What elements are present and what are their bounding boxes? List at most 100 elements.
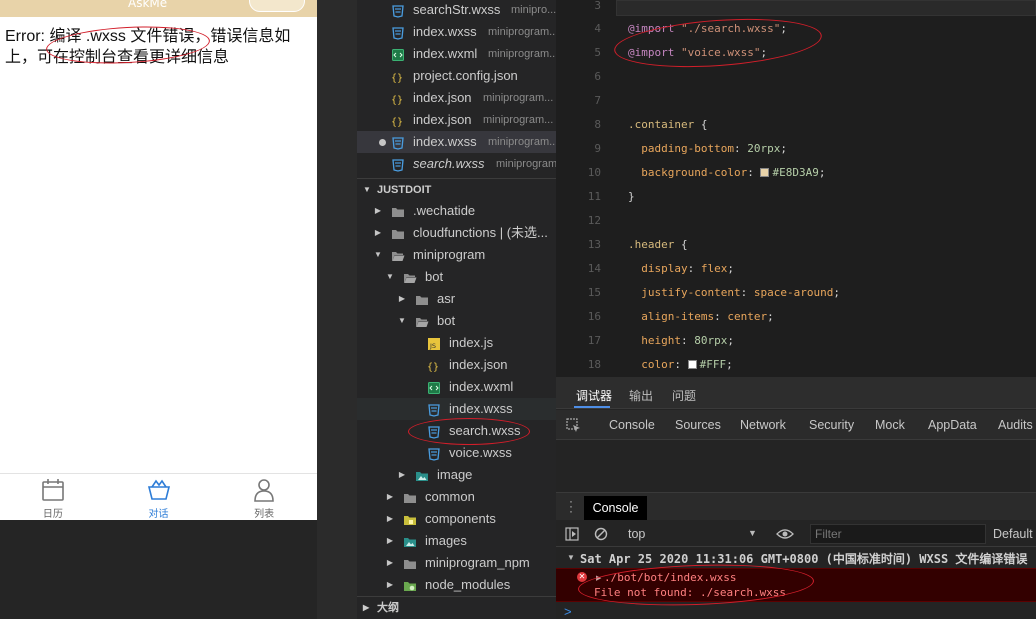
open-editor-item[interactable]: index.wxml miniprogram...	[357, 43, 556, 65]
tree-item[interactable]: ▶ components	[357, 508, 556, 530]
tree-item[interactable]: index.wxss	[357, 398, 556, 420]
code-line: 15 justify-content: space-around;	[556, 281, 1036, 305]
file-path: miniprogram...	[488, 136, 556, 148]
tree-item[interactable]: search.wxss	[357, 420, 556, 442]
capsule-button[interactable]	[249, 0, 305, 12]
code-line: 12	[556, 209, 1036, 233]
tree-item[interactable]: ▶ node_modules	[357, 574, 556, 596]
panel-sources[interactable]: Sources	[675, 418, 721, 432]
log-levels-dropdown[interactable]: Default l	[993, 527, 1036, 541]
open-editor-item[interactable]: {} index.json miniprogram...	[357, 109, 556, 131]
code-token: #FFF	[699, 358, 727, 371]
tree-item[interactable]: JS index.js	[357, 332, 556, 354]
tab-list[interactable]: 列表	[211, 474, 317, 520]
file-name: index.json	[449, 357, 508, 372]
screen: AskMe Error: 编译 .wxss 文件错误，错误信息如上，可在控制台查…	[0, 0, 1036, 619]
console-prompt[interactable]: >	[564, 604, 572, 619]
open-editor-item[interactable]: search.wxss miniprogram...	[357, 153, 556, 175]
caret-down-icon[interactable]: ▼	[748, 528, 757, 538]
clear-console-icon[interactable]	[594, 527, 608, 541]
tree-item[interactable]: index.wxml	[357, 376, 556, 398]
file-name: index.json	[413, 112, 472, 127]
drawer-tab-console[interactable]: Console	[584, 496, 647, 520]
console-toolbar: top ▼ Default l	[556, 521, 1036, 547]
tree-item[interactable]: voice.wxss	[357, 442, 556, 464]
eye-icon[interactable]	[776, 528, 794, 540]
panel-security[interactable]: Security	[809, 418, 854, 432]
code-token: :	[681, 334, 695, 347]
file-name: searchStr.wxss	[413, 2, 501, 17]
file-name: search.wxss	[449, 423, 521, 438]
color-swatch-icon[interactable]	[687, 360, 697, 369]
tree-item[interactable]: ▶ cloudfunctions | (未选...	[357, 222, 556, 244]
chevron-right-icon: ▶	[386, 580, 394, 589]
tree-item[interactable]: ▼ bot	[357, 266, 556, 288]
code-token: color	[641, 358, 675, 371]
section-header-project[interactable]: ▼ JUSTDOIT	[357, 178, 556, 200]
open-editor-item[interactable]: index.wxss miniprogram...	[357, 21, 556, 43]
tree-item[interactable]: ▶ image	[357, 464, 556, 486]
tab-label: 对话	[148, 509, 169, 520]
code-token: :	[747, 166, 761, 179]
tree-item[interactable]: ▶ miniprogram_npm	[357, 552, 556, 574]
code-token: ;	[726, 358, 733, 371]
code-editor[interactable]: 3 4 @import "./search.wxss"; 5 @import "voi…	[556, 0, 1036, 377]
file-name: miniprogram_npm	[425, 555, 530, 570]
panel-network[interactable]: Network	[740, 418, 786, 432]
error-message: Error: 编译 .wxss 文件错误，错误信息如上，可在控制台查看更详细信息	[5, 28, 291, 66]
code-token: :	[733, 142, 748, 155]
unsaved-dot-icon	[379, 139, 386, 146]
section-header-outline[interactable]: ▶ 大纲	[357, 596, 556, 618]
js-file-icon: JS	[427, 336, 441, 350]
tab-calendar[interactable]: 日历	[0, 474, 106, 520]
filter-input[interactable]	[810, 524, 986, 544]
file-path: miniprogram...	[483, 114, 554, 126]
tree-item[interactable]: ▶ common	[357, 486, 556, 508]
open-editor-item[interactable]: index.wxss miniprogram...	[357, 131, 556, 153]
file-name: node_modules	[425, 577, 511, 592]
error-log-entry[interactable]: ✕ ▶ ./bot/bot/index.wxss File not found:…	[556, 568, 1036, 602]
tree-item[interactable]: ▶ images	[357, 530, 556, 552]
color-swatch-icon[interactable]	[760, 168, 770, 177]
code-text: color: #FFF;	[628, 353, 733, 377]
css-file-icon	[391, 135, 405, 150]
tab-chat[interactable]: 对话	[106, 474, 212, 520]
open-editor-item[interactable]: searchStr.wxss minipro...	[357, 0, 556, 21]
tree-item[interactable]: ▼ miniprogram	[357, 244, 556, 266]
caret-down-icon: ▼	[363, 185, 371, 194]
sidebar-toggle-icon[interactable]	[565, 527, 579, 541]
code-text: @import "./search.wxss";	[628, 17, 787, 41]
tab-problems[interactable]: 问题	[672, 387, 696, 404]
tab-output[interactable]: 输出	[629, 387, 653, 404]
panel-audits[interactable]: Audits	[998, 418, 1033, 432]
code-text: justify-content: space-around;	[628, 281, 840, 305]
log-group-header[interactable]: ▼ Sat Apr 25 2020 11:31:06 GMT+0800 (中国标…	[556, 548, 1036, 568]
open-editor-item[interactable]: {} project.config.json	[357, 65, 556, 87]
caret-right-icon: ▶	[596, 575, 602, 582]
code-token: display	[641, 262, 688, 275]
panel-appdata[interactable]: AppData	[928, 418, 977, 432]
context-selector[interactable]: top	[628, 527, 645, 541]
panel-mock[interactable]: Mock	[875, 418, 905, 432]
chevron-right-icon: ▶	[386, 514, 394, 523]
tab-debugger[interactable]: 调试器	[576, 387, 612, 404]
open-editor-item[interactable]: {} index.json miniprogram...	[357, 87, 556, 109]
line-number: 11	[587, 190, 601, 203]
drawer-menu-icon[interactable]: · · ·	[569, 495, 573, 517]
tree-item[interactable]: ▶ asr	[357, 288, 556, 310]
tree-item[interactable]: ▶ .wechatide	[357, 200, 556, 222]
devtools-top-tabs: 调试器 输出 问题	[556, 377, 1036, 409]
code-token: 80	[694, 334, 708, 347]
inspect-element-icon[interactable]	[566, 418, 581, 433]
chevron-right-icon: ▶	[374, 206, 382, 215]
code-line: 3	[556, 0, 1036, 18]
tree-item[interactable]: {} index.json	[357, 354, 556, 376]
person-icon	[254, 479, 274, 502]
code-token: space-around	[753, 286, 834, 299]
tree-item[interactable]: ▼ bot	[357, 310, 556, 332]
code-token: background-color	[641, 166, 748, 179]
panel-console[interactable]: Console	[609, 418, 655, 432]
